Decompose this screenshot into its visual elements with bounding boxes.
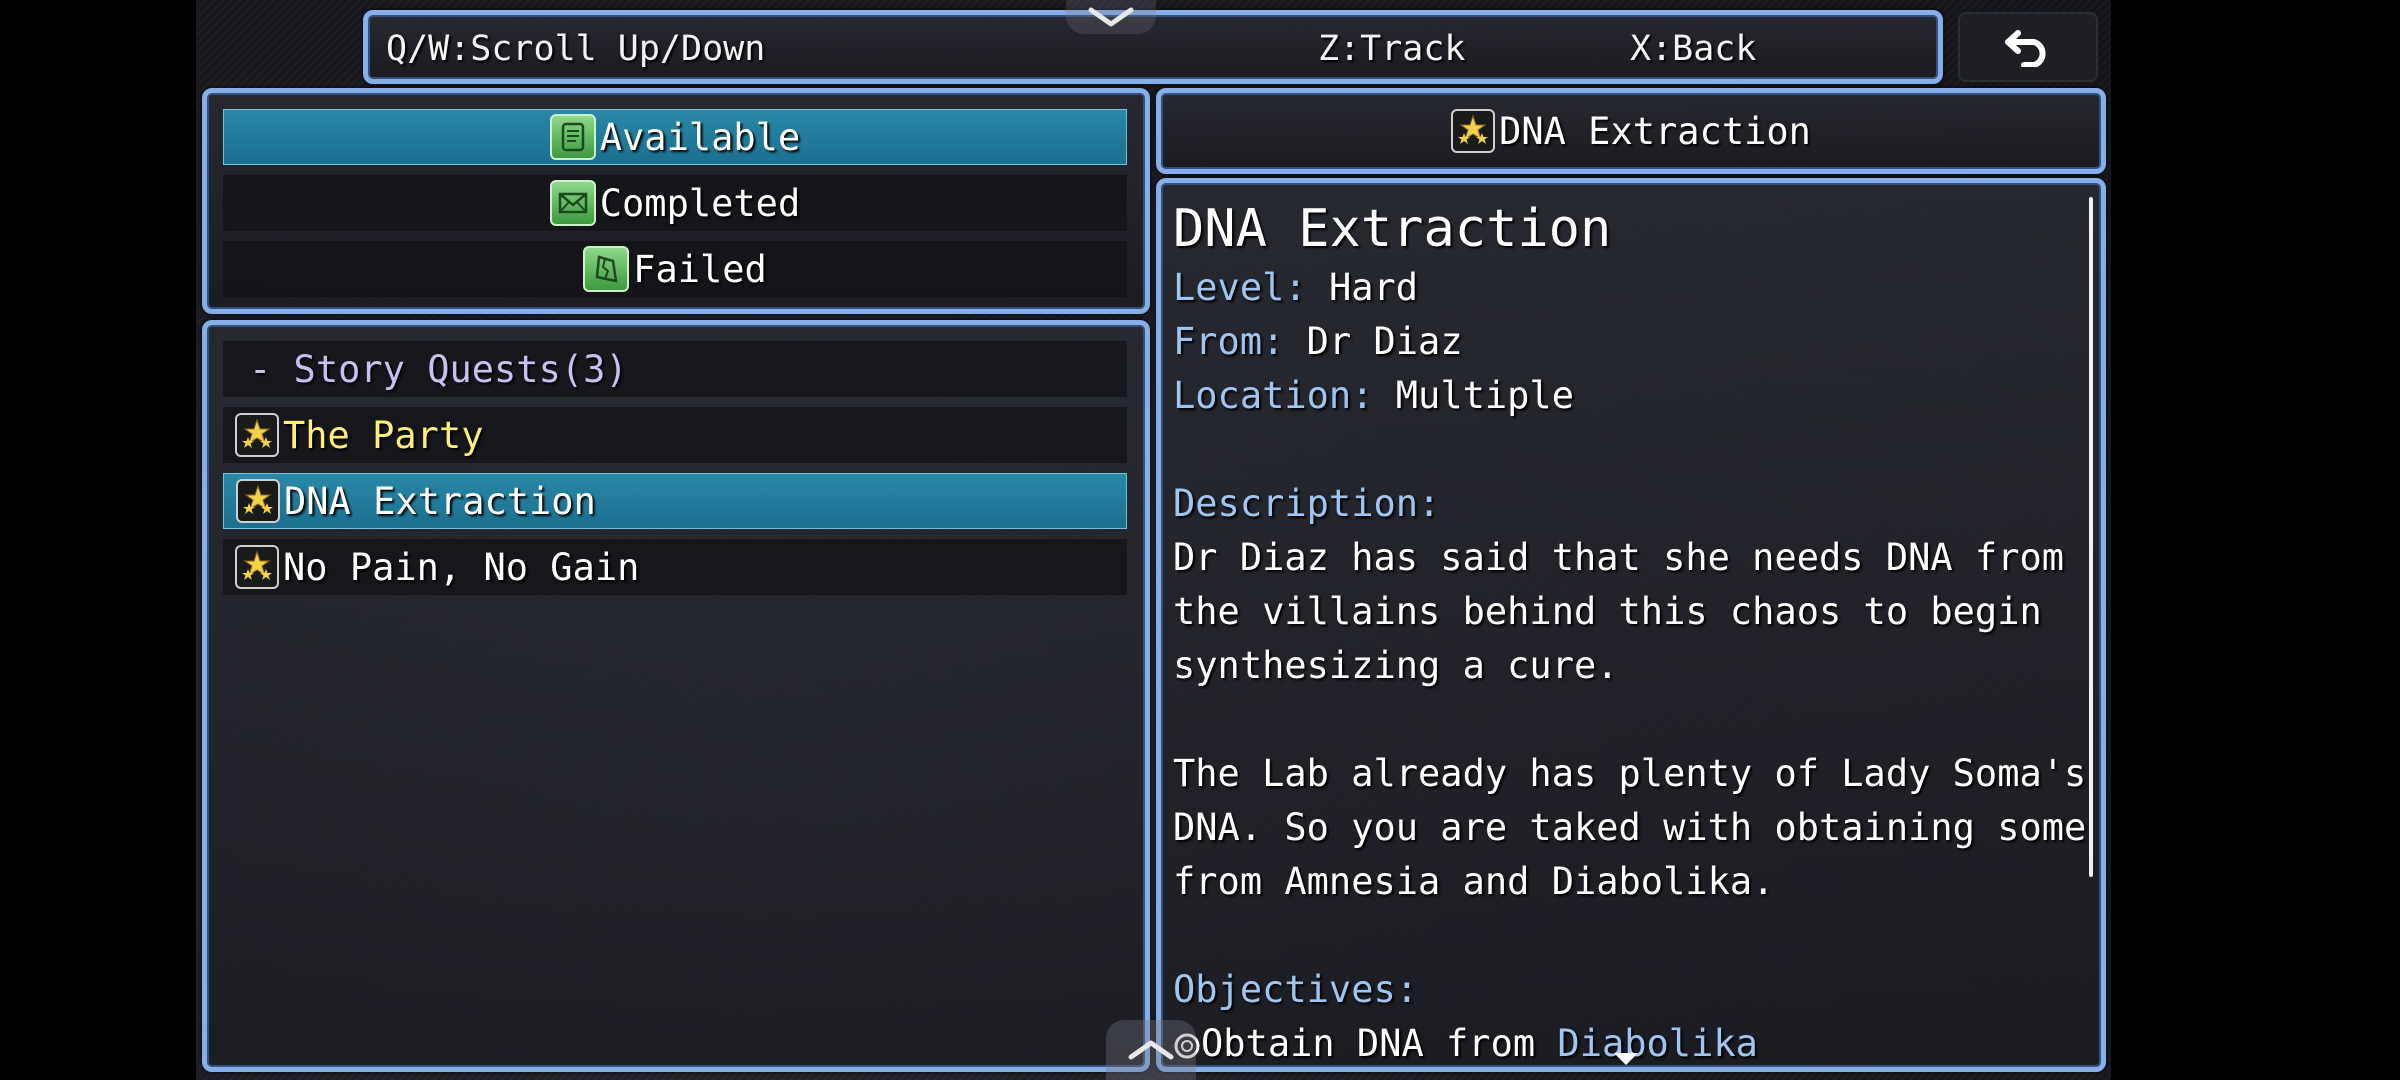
category-label: Failed [633,247,767,291]
envelope-icon [549,180,596,226]
quest-item-no-pain-no-gain[interactable]: No Pain, No Gain [223,539,1127,595]
objective-target: Diabolika [1557,1022,1758,1065]
quest-location: Location: Multiple [1173,369,2053,423]
description-line: the villains behind this chaos to begin [1173,590,2042,633]
scroll-icon [549,114,596,160]
quest-log-screen: Q/W:Scroll Up/Down Z:Track X:Back Availa… [196,0,2111,1080]
quest-giver: From: Dr Diaz [1173,315,2053,369]
description-line: DNA. So you are taked with obtaining som… [1173,806,2087,849]
stars-icon [235,545,279,589]
back-button[interactable] [1958,12,2098,82]
quest-level: Level: Hard [1173,261,2053,315]
quest-title: DNA Extraction [1173,199,1612,259]
stars-icon [235,413,279,457]
scroll-down-button[interactable] [1066,0,1156,34]
track-hint: Z:Track [1318,29,1466,69]
location-value: Multiple [1395,374,1574,417]
category-failed[interactable]: Failed [223,241,1127,297]
quest-item-label: DNA Extraction [284,479,596,523]
torn-paper-icon [583,246,630,292]
category-label: Available [599,115,801,159]
detail-title-window: DNA Extraction [1156,88,2106,174]
scroll-hint: Q/W:Scroll Up/Down [386,29,766,69]
chevron-up-icon [1128,1040,1174,1060]
quest-item-label: The Party [283,413,484,457]
back-hint: X:Back [1630,29,1757,69]
group-header-label: - Story Quests(3) [249,347,628,391]
category-window: Available Completed Failed [202,88,1150,314]
level-value: Hard [1328,266,1419,309]
from-value: Dr Diaz [1306,320,1463,363]
quest-detail-window[interactable]: DNA Extraction Level: Hard From: Dr Diaz… [1156,178,2106,1072]
return-arrow-icon [2005,30,2046,67]
quest-group-header[interactable]: - Story Quests(3) [223,341,1127,397]
detail-header-label: DNA Extraction [1499,109,1811,153]
description-line: from Amnesia and Diabolika. [1173,860,1775,903]
category-completed[interactable]: Completed [223,175,1127,231]
stars-icon [1451,109,1496,153]
stars-icon [236,479,280,523]
detail-scrollbar[interactable] [2089,197,2093,877]
quest-item-label: No Pain, No Gain [283,545,640,589]
category-label: Completed [599,181,801,225]
from-label: From: [1173,320,1285,363]
description-line: synthesizing a cure. [1173,644,1619,687]
scroll-up-button[interactable] [1106,1020,1196,1080]
description-line: Dr Diaz has said that she needs DNA from [1173,536,2065,579]
more-content-arrow-icon [1614,1053,1638,1065]
quest-list-window: - Story Quests(3) The Party DNA Extracti… [202,320,1150,1072]
level-label: Level: [1173,266,1307,309]
objective-item: Obtain DNA from Diabolika [1173,1017,2053,1067]
quest-item-dna-extraction[interactable]: DNA Extraction [223,473,1127,529]
location-label: Location: [1173,374,1374,417]
objectives-label: Objectives: [1173,968,1419,1011]
description-label: Description: [1173,482,1441,525]
description-line [1173,693,2053,747]
category-available[interactable]: Available [223,109,1127,165]
objective-text: Obtain DNA from [1201,1022,1536,1065]
quest-item-the-party[interactable]: The Party [223,407,1127,463]
description-line: The Lab already has plenty of Lady Soma'… [1173,752,2087,795]
chevron-down-icon [1088,7,1134,27]
